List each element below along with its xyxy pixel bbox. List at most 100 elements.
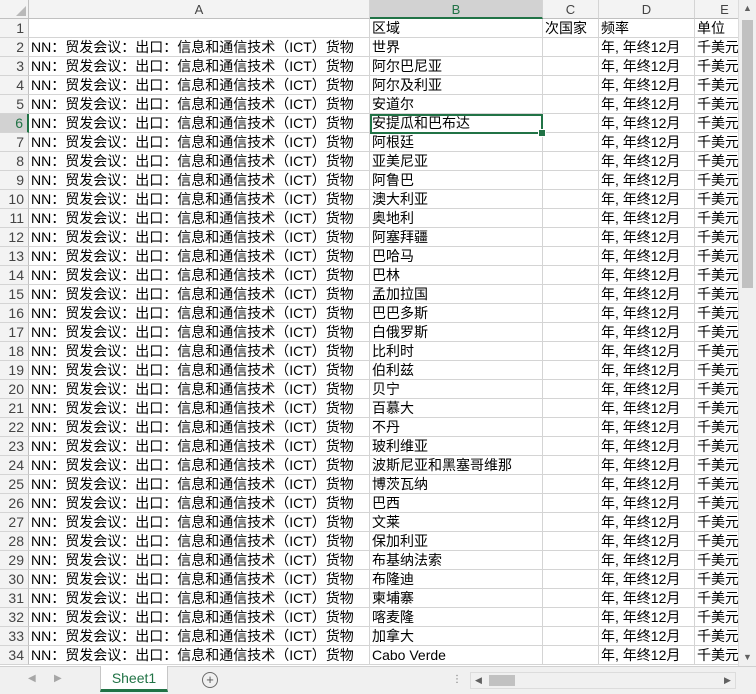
cell-a4[interactable]: NN：贸发会议：出口：信息和通信技术（ICT）货物 bbox=[29, 76, 370, 95]
cell-c21[interactable] bbox=[543, 399, 599, 418]
cell-e26[interactable]: 千美元 bbox=[695, 494, 738, 513]
cell-c16[interactable] bbox=[543, 304, 599, 323]
row-header-31[interactable]: 31 bbox=[0, 589, 29, 608]
cell-a23[interactable]: NN：贸发会议：出口：信息和通信技术（ICT）货物 bbox=[29, 437, 370, 456]
row-header-28[interactable]: 28 bbox=[0, 532, 29, 551]
cell-d4[interactable]: 年, 年终12月 bbox=[599, 76, 695, 95]
cell-c25[interactable] bbox=[543, 475, 599, 494]
row-header-8[interactable]: 8 bbox=[0, 152, 29, 171]
cell-a11[interactable]: NN：贸发会议：出口：信息和通信技术（ICT）货物 bbox=[29, 209, 370, 228]
cell-d16[interactable]: 年, 年终12月 bbox=[599, 304, 695, 323]
cell-c3[interactable] bbox=[543, 57, 599, 76]
cell-d19[interactable]: 年, 年终12月 bbox=[599, 361, 695, 380]
cell-e16[interactable]: 千美元 bbox=[695, 304, 738, 323]
cell-c2[interactable] bbox=[543, 38, 599, 57]
cell-b4[interactable]: 阿尔及利亚 bbox=[370, 76, 543, 95]
cell-d23[interactable]: 年, 年终12月 bbox=[599, 437, 695, 456]
cell-d8[interactable]: 年, 年终12月 bbox=[599, 152, 695, 171]
cell-c10[interactable] bbox=[543, 190, 599, 209]
cell-b7[interactable]: 阿根廷 bbox=[370, 133, 543, 152]
cell-d12[interactable]: 年, 年终12月 bbox=[599, 228, 695, 247]
cell-e31[interactable]: 千美元 bbox=[695, 589, 738, 608]
row-header-21[interactable]: 21 bbox=[0, 399, 29, 418]
row-header-4[interactable]: 4 bbox=[0, 76, 29, 95]
cell-a17[interactable]: NN：贸发会议：出口：信息和通信技术（ICT）货物 bbox=[29, 323, 370, 342]
cell-b12[interactable]: 阿塞拜疆 bbox=[370, 228, 543, 247]
cell-b27[interactable]: 文莱 bbox=[370, 513, 543, 532]
cell-b22[interactable]: 不丹 bbox=[370, 418, 543, 437]
horizontal-scrollbar[interactable]: ◀ ▶ bbox=[470, 672, 736, 689]
cell-a1[interactable] bbox=[29, 19, 370, 38]
cell-d25[interactable]: 年, 年终12月 bbox=[599, 475, 695, 494]
row-header-23[interactable]: 23 bbox=[0, 437, 29, 456]
row-header-10[interactable]: 10 bbox=[0, 190, 29, 209]
cell-c12[interactable] bbox=[543, 228, 599, 247]
sheet-tab-sheet1[interactable]: Sheet1 bbox=[100, 666, 168, 692]
cell-e6[interactable]: 千美元 bbox=[695, 114, 738, 133]
cell-a24[interactable]: NN：贸发会议：出口：信息和通信技术（ICT）货物 bbox=[29, 456, 370, 475]
row-header-22[interactable]: 22 bbox=[0, 418, 29, 437]
cell-e1[interactable]: 单位 bbox=[695, 19, 738, 38]
cell-b34[interactable]: Cabo Verde bbox=[370, 646, 543, 665]
column-header-b[interactable]: B bbox=[370, 0, 543, 19]
cell-b10[interactable]: 澳大利亚 bbox=[370, 190, 543, 209]
cell-d15[interactable]: 年, 年终12月 bbox=[599, 285, 695, 304]
cell-d31[interactable]: 年, 年终12月 bbox=[599, 589, 695, 608]
scroll-down-icon[interactable]: ▼ bbox=[739, 649, 756, 666]
cell-a19[interactable]: NN：贸发会议：出口：信息和通信技术（ICT）货物 bbox=[29, 361, 370, 380]
cell-a31[interactable]: NN：贸发会议：出口：信息和通信技术（ICT）货物 bbox=[29, 589, 370, 608]
cell-a21[interactable]: NN：贸发会议：出口：信息和通信技术（ICT）货物 bbox=[29, 399, 370, 418]
scroll-up-icon[interactable]: ▲ bbox=[739, 0, 756, 17]
prev-sheet-icon[interactable]: ◀ bbox=[28, 673, 36, 684]
cell-c1[interactable]: 次国家 bbox=[543, 19, 599, 38]
cell-e12[interactable]: 千美元 bbox=[695, 228, 738, 247]
cell-e24[interactable]: 千美元 bbox=[695, 456, 738, 475]
cell-b32[interactable]: 喀麦隆 bbox=[370, 608, 543, 627]
cell-b24[interactable]: 波斯尼亚和黑塞哥维那 bbox=[370, 456, 543, 475]
cell-a22[interactable]: NN：贸发会议：出口：信息和通信技术（ICT）货物 bbox=[29, 418, 370, 437]
cell-e3[interactable]: 千美元 bbox=[695, 57, 738, 76]
cell-c11[interactable] bbox=[543, 209, 599, 228]
cell-e22[interactable]: 千美元 bbox=[695, 418, 738, 437]
column-header-a[interactable]: A bbox=[29, 0, 370, 19]
row-header-12[interactable]: 12 bbox=[0, 228, 29, 247]
cell-e14[interactable]: 千美元 bbox=[695, 266, 738, 285]
cell-c15[interactable] bbox=[543, 285, 599, 304]
row-header-15[interactable]: 15 bbox=[0, 285, 29, 304]
cell-a6[interactable]: NN：贸发会议：出口：信息和通信技术（ICT）货物 bbox=[29, 114, 370, 133]
cell-e2[interactable]: 千美元 bbox=[695, 38, 738, 57]
cell-a27[interactable]: NN：贸发会议：出口：信息和通信技术（ICT）货物 bbox=[29, 513, 370, 532]
cell-a13[interactable]: NN：贸发会议：出口：信息和通信技术（ICT）货物 bbox=[29, 247, 370, 266]
cell-a28[interactable]: NN：贸发会议：出口：信息和通信技术（ICT）货物 bbox=[29, 532, 370, 551]
select-all-corner[interactable] bbox=[0, 0, 29, 19]
cell-b14[interactable]: 巴林 bbox=[370, 266, 543, 285]
cell-b1[interactable]: 区域 bbox=[370, 19, 543, 38]
cell-b16[interactable]: 巴巴多斯 bbox=[370, 304, 543, 323]
column-header-d[interactable]: D bbox=[599, 0, 695, 19]
cell-c33[interactable] bbox=[543, 627, 599, 646]
cell-b9[interactable]: 阿鲁巴 bbox=[370, 171, 543, 190]
cell-a9[interactable]: NN：贸发会议：出口：信息和通信技术（ICT）货物 bbox=[29, 171, 370, 190]
cell-b25[interactable]: 博茨瓦纳 bbox=[370, 475, 543, 494]
row-header-24[interactable]: 24 bbox=[0, 456, 29, 475]
cell-e32[interactable]: 千美元 bbox=[695, 608, 738, 627]
cell-d14[interactable]: 年, 年终12月 bbox=[599, 266, 695, 285]
cell-e18[interactable]: 千美元 bbox=[695, 342, 738, 361]
row-header-20[interactable]: 20 bbox=[0, 380, 29, 399]
row-header-7[interactable]: 7 bbox=[0, 133, 29, 152]
cell-a29[interactable]: NN：贸发会议：出口：信息和通信技术（ICT）货物 bbox=[29, 551, 370, 570]
cell-d30[interactable]: 年, 年终12月 bbox=[599, 570, 695, 589]
row-header-5[interactable]: 5 bbox=[0, 95, 29, 114]
cell-e19[interactable]: 千美元 bbox=[695, 361, 738, 380]
cell-d13[interactable]: 年, 年终12月 bbox=[599, 247, 695, 266]
cell-d34[interactable]: 年, 年终12月 bbox=[599, 646, 695, 665]
cell-c29[interactable] bbox=[543, 551, 599, 570]
cell-c9[interactable] bbox=[543, 171, 599, 190]
cell-a25[interactable]: NN：贸发会议：出口：信息和通信技术（ICT）货物 bbox=[29, 475, 370, 494]
cell-c26[interactable] bbox=[543, 494, 599, 513]
scroll-right-icon[interactable]: ▶ bbox=[720, 673, 735, 688]
cell-d22[interactable]: 年, 年终12月 bbox=[599, 418, 695, 437]
cell-e5[interactable]: 千美元 bbox=[695, 95, 738, 114]
cell-c22[interactable] bbox=[543, 418, 599, 437]
cell-c24[interactable] bbox=[543, 456, 599, 475]
